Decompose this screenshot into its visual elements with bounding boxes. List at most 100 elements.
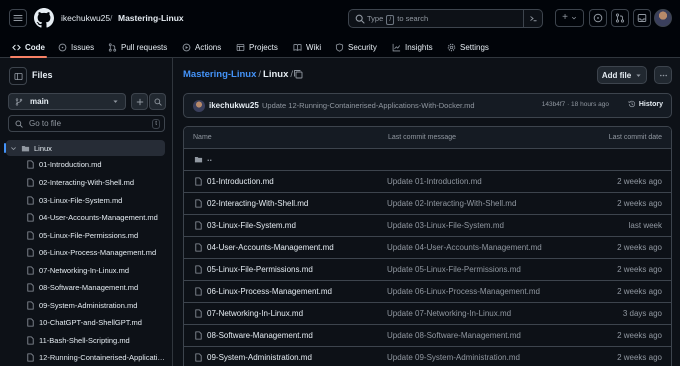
- shield-icon: [335, 42, 344, 52]
- table-row[interactable]: 04-User-Accounts-Management.md Update 04…: [184, 237, 671, 259]
- table-row[interactable]: 06-Linux-Process-Management.md Update 06…: [184, 281, 671, 303]
- history-button[interactable]: History: [628, 100, 663, 108]
- caret-down-icon: [113, 100, 118, 103]
- commit-message-link[interactable]: Update 01-Introduction.md: [387, 177, 482, 186]
- sidebar-collapse-icon: [13, 72, 23, 80]
- tab-projects[interactable]: Projects: [236, 36, 278, 58]
- search-icon: [154, 98, 162, 106]
- file-name-link[interactable]: 03-Linux-File-System.md: [207, 221, 296, 230]
- breadcrumb-current-folder: Linux: [263, 69, 289, 80]
- table-row[interactable]: 03-Linux-File-System.md Update 03-Linux-…: [184, 215, 671, 237]
- table-row[interactable]: 01-Introduction.md Update 01-Introductio…: [184, 171, 671, 193]
- parent-directory-row[interactable]: ..: [184, 149, 671, 171]
- table-row[interactable]: 07-Networking-In-Linux.md Update 07-Netw…: [184, 303, 671, 325]
- tree-file[interactable]: 09-System-Administration.md: [26, 297, 166, 313]
- tab-actions-label: Actions: [195, 42, 222, 52]
- go-to-file-shortcut: t: [152, 119, 160, 129]
- tree-file[interactable]: 02-Interacting-With-Shell.md: [26, 174, 166, 190]
- file-name-link[interactable]: 06-Linux-Process-Management.md: [207, 287, 332, 296]
- add-file-button[interactable]: Add file: [597, 66, 647, 84]
- tree-file[interactable]: 08-Software-Management.md: [26, 279, 166, 295]
- tree-file-label: 08-Software-Management.md: [39, 282, 139, 292]
- commit-author-avatar[interactable]: [193, 100, 205, 112]
- caret-down-icon: [636, 73, 641, 77]
- table-row[interactable]: 09-System-Administration.md Update 09-Sy…: [184, 347, 671, 366]
- file-icon: [27, 317, 34, 327]
- file-name-link[interactable]: 07-Networking-In-Linux.md: [207, 309, 303, 318]
- tree-file[interactable]: 01-Introduction.md: [26, 156, 166, 172]
- tree-file[interactable]: 03-Linux-File-System.md: [26, 192, 166, 208]
- global-search-input[interactable]: Type / to search: [348, 9, 543, 28]
- tree-file[interactable]: 12-Running-Containerised-Applications-Wi…: [26, 349, 166, 365]
- github-logo-icon[interactable]: [34, 8, 54, 28]
- file-icon: [195, 221, 202, 230]
- breadcrumb: Mastering-Linux / Linux /: [183, 69, 295, 80]
- inbox-icon: [637, 14, 647, 22]
- breadcrumb-repo-link[interactable]: Mastering-Linux: [183, 69, 256, 80]
- file-name-link[interactable]: 05-Linux-File-Permissions.md: [207, 265, 313, 274]
- commit-message-link[interactable]: Update 06-Linux-Process-Management.md: [387, 287, 540, 296]
- command-palette-button[interactable]: [523, 10, 542, 27]
- hamburger-menu-button[interactable]: [9, 9, 27, 27]
- more-options-button[interactable]: [654, 66, 672, 84]
- column-header-message: Last commit message: [388, 134, 457, 141]
- history-icon: [628, 100, 636, 108]
- tab-wiki[interactable]: Wiki: [293, 36, 321, 58]
- commit-sha-and-time[interactable]: 143b4f7 · 18 hours ago: [542, 101, 609, 108]
- go-to-file-input[interactable]: Go to file t: [8, 115, 165, 132]
- pull-requests-button[interactable]: [611, 9, 629, 27]
- add-file-sidebar-button[interactable]: [131, 93, 148, 110]
- create-new-button[interactable]: +: [555, 9, 584, 27]
- history-label: History: [638, 100, 663, 108]
- file-name-link[interactable]: 08-Software-Management.md: [207, 331, 313, 340]
- copy-path-icon[interactable]: [293, 69, 303, 79]
- file-icon: [27, 195, 34, 205]
- search-files-button[interactable]: [149, 93, 166, 110]
- user-avatar[interactable]: [654, 9, 672, 27]
- tab-settings[interactable]: Settings: [447, 36, 489, 58]
- commit-message-link[interactable]: Update 08-Software-Management.md: [387, 331, 521, 340]
- tab-security[interactable]: Security: [335, 36, 377, 58]
- collapse-sidebar-button[interactable]: [9, 67, 27, 85]
- tab-actions[interactable]: Actions: [182, 36, 221, 58]
- commit-message-link[interactable]: Update 03-Linux-File-System.md: [387, 221, 504, 230]
- tree-file[interactable]: 10-ChatGPT-and-ShellGPT.md: [26, 314, 166, 330]
- tab-projects-label: Projects: [249, 42, 278, 52]
- file-name-link[interactable]: 04-User-Accounts-Management.md: [207, 243, 334, 252]
- tree-folder-linux[interactable]: Linux: [10, 140, 52, 156]
- tab-insights[interactable]: Insights: [392, 36, 433, 58]
- parent-directory-label: ..: [207, 153, 213, 163]
- commit-message-link[interactable]: Update 02-Interacting-With-Shell.md: [387, 199, 516, 208]
- commit-message-link[interactable]: Update 09-System-Administration.md: [387, 353, 520, 362]
- tree-file[interactable]: 11-Bash-Shell-Scripting.md: [26, 332, 166, 348]
- tree-file[interactable]: 04-User-Accounts-Management.md: [26, 209, 166, 225]
- tree-file[interactable]: 06-Linux-Process-Management.md: [26, 244, 166, 260]
- tab-issues[interactable]: Issues: [58, 36, 94, 58]
- issues-button[interactable]: [589, 9, 607, 27]
- table-row[interactable]: 08-Software-Management.md Update 08-Soft…: [184, 325, 671, 347]
- table-icon: [236, 43, 245, 51]
- tab-pull-requests[interactable]: Pull requests: [108, 36, 167, 58]
- repo-name-link[interactable]: Mastering-Linux: [118, 13, 184, 23]
- tab-code[interactable]: Code: [10, 36, 47, 58]
- commit-message-link[interactable]: Update 04-User-Accounts-Management.md: [387, 243, 542, 252]
- inbox-button[interactable]: [633, 9, 651, 27]
- tree-file[interactable]: 07-Networking-In-Linux.md: [26, 262, 166, 278]
- commit-message-link[interactable]: Update 12-Running-Containerised-Applicat…: [262, 101, 475, 110]
- repo-owner-link[interactable]: ikechukwu25: [61, 13, 110, 23]
- tree-folder-label: Linux: [34, 143, 52, 153]
- commit-message-link[interactable]: Update 05-Linux-File-Permissions.md: [387, 265, 521, 274]
- table-row[interactable]: 05-Linux-File-Permissions.md Update 05-L…: [184, 259, 671, 281]
- commit-date: 2 weeks ago: [617, 199, 662, 208]
- table-row[interactable]: 02-Interacting-With-Shell.md Update 02-I…: [184, 193, 671, 215]
- commit-message-link[interactable]: Update 07-Networking-In-Linux.md: [387, 309, 511, 318]
- file-name-link[interactable]: 01-Introduction.md: [207, 177, 274, 186]
- tab-security-label: Security: [348, 42, 377, 52]
- commit-author-link[interactable]: ikechukwu25: [209, 101, 259, 110]
- column-header-date: Last commit date: [608, 134, 662, 141]
- tree-file[interactable]: 05-Linux-File-Permissions.md: [26, 227, 166, 243]
- file-icon: [195, 177, 202, 186]
- file-name-link[interactable]: 09-System-Administration.md: [207, 353, 312, 362]
- file-name-link[interactable]: 02-Interacting-With-Shell.md: [207, 199, 308, 208]
- branch-selector[interactable]: main: [8, 93, 126, 110]
